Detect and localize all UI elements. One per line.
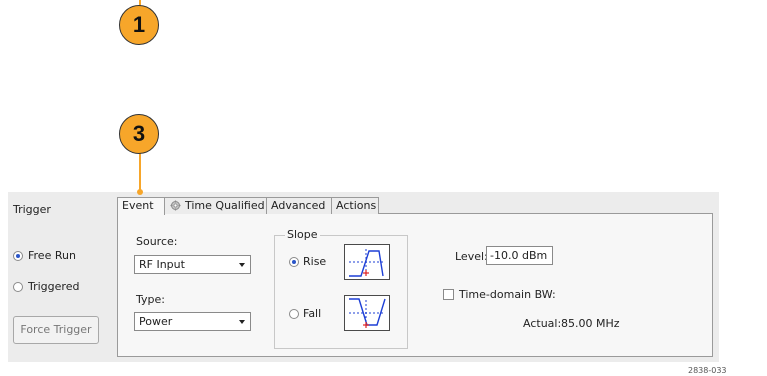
force-trigger-button[interactable]: Force Trigger	[13, 316, 99, 344]
callout-3-leader-dot	[137, 189, 143, 195]
type-label: Type:	[136, 293, 165, 306]
tab-event[interactable]: Event	[117, 197, 165, 215]
actual-value: 85.00 MHz	[561, 317, 620, 330]
actual-label: Actual:	[523, 317, 562, 330]
chevron-down-icon	[239, 320, 245, 324]
tab-time-qualified-label: Time Qualified	[185, 199, 265, 212]
figure-id: 2838-033	[688, 366, 727, 375]
event-tab-content	[117, 213, 713, 357]
fall-label: Fall	[303, 307, 322, 320]
tab-time-qualified[interactable]: Time Qualified	[164, 197, 267, 214]
source-value: RF Input	[139, 258, 185, 271]
triggered-label: Triggered	[28, 280, 80, 293]
type-dropdown[interactable]: Power	[134, 312, 251, 331]
rise-label: Rise	[303, 255, 327, 268]
tab-advanced[interactable]: Advanced	[266, 197, 332, 214]
gear-icon	[170, 200, 181, 211]
type-value: Power	[139, 315, 173, 328]
chevron-down-icon	[239, 263, 245, 267]
slope-title: Slope	[285, 228, 320, 241]
time-domain-bw-label: Time-domain BW:	[459, 288, 556, 301]
level-label: Level:	[455, 250, 488, 263]
triggered-radio[interactable]	[13, 282, 23, 292]
rise-slope-icon	[344, 244, 390, 280]
free-run-radio[interactable]	[13, 251, 23, 261]
rise-radio[interactable]	[289, 257, 299, 267]
time-domain-bw-checkbox[interactable]	[443, 289, 454, 300]
callout-1-badge: 1	[119, 5, 159, 45]
free-run-label: Free Run	[28, 249, 76, 262]
tab-actions[interactable]: Actions	[331, 197, 379, 214]
fall-radio[interactable]	[289, 309, 299, 319]
source-dropdown[interactable]: RF Input	[134, 255, 251, 274]
callout-3-badge: 3	[119, 114, 159, 154]
fall-slope-icon	[344, 295, 390, 331]
level-input[interactable]: -10.0 dBm	[486, 246, 553, 265]
source-label: Source:	[136, 235, 178, 248]
trigger-title: Trigger	[13, 203, 51, 216]
